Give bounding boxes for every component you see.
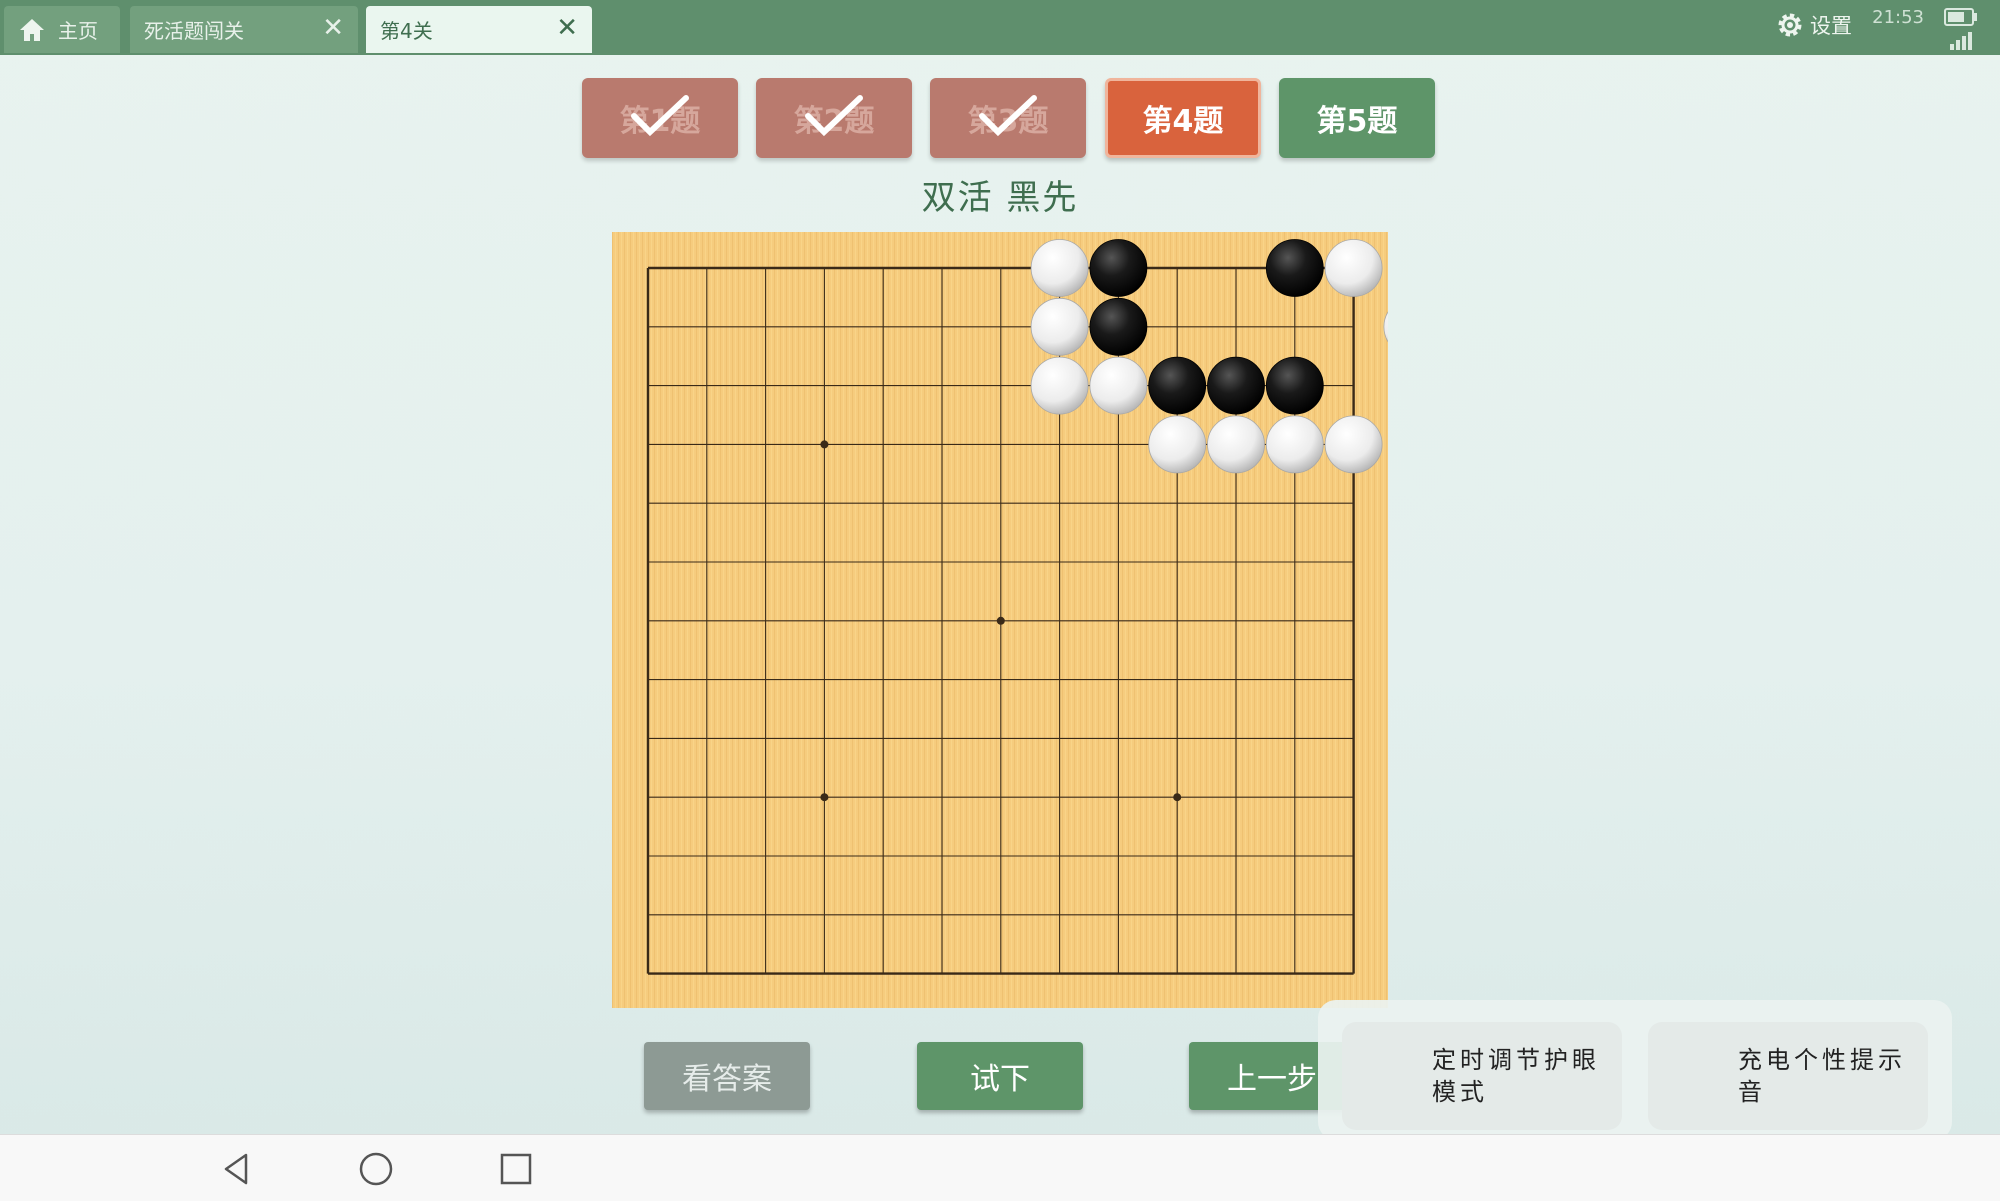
problem-4-button[interactable]: 第4题 [1105,78,1261,158]
battery-icon [1944,8,1977,26]
problem-2-button[interactable]: 第2题 [756,78,912,158]
tab-home[interactable]: 主页 [4,6,120,53]
tab-level-4[interactable]: 第4关 ✕ [366,6,592,53]
system-nav-bar [0,1134,2000,1201]
tab-home-label: 主页 [58,19,98,43]
charging-sound-card[interactable]: 充电个性提示音 [1648,1022,1928,1130]
white-stone [1030,356,1089,415]
settings-button[interactable]: 设置 [1776,10,1852,40]
problem-5-button[interactable]: 第5题 [1279,78,1435,158]
star-point [1173,793,1182,802]
home-nav-icon[interactable] [356,1149,396,1189]
black-stone [1265,356,1324,415]
suggestion-overlay: 定时调节护眼模式 充电个性提示音 [1318,1000,1952,1140]
clock: 21:53 [1872,7,1924,28]
problem-subtitle: 双活 黑先 [921,178,1079,218]
gear-icon [1778,13,1802,37]
white-stone [1324,415,1383,474]
white-stone [1148,415,1207,474]
settings-label: 设置 [1810,14,1852,38]
tab-label: 死活题闯关 [144,19,244,43]
try-move-button[interactable]: 试下 [917,1042,1083,1110]
problem-3-button[interactable]: 第3题 [930,78,1086,158]
white-stone [1265,415,1324,474]
signal-icon [1950,32,1972,50]
star-point [820,793,829,802]
white-stone [1207,415,1265,474]
tab-label: 第4关 [380,19,433,43]
star-point [820,440,829,449]
black-stone [1089,297,1148,356]
view-answer-button[interactable]: 看答案 [644,1042,810,1110]
problem-label: 第4题 [1142,104,1224,139]
white-stone [1030,239,1089,297]
back-icon[interactable] [216,1149,256,1189]
white-stone [1324,239,1383,297]
star-point [996,616,1005,625]
white-stone [1030,297,1089,356]
eye-care-mode-card[interactable]: 定时调节护眼模式 [1342,1022,1622,1130]
black-stone [1148,356,1207,415]
check-icon [979,95,1037,137]
problem-label: 第5题 [1316,104,1398,139]
recents-icon[interactable] [496,1149,536,1189]
top-bar: 主页 死活题闯关 ✕ 第4关 ✕ 设置 21:53 [0,0,2000,55]
home-icon [20,18,44,41]
problem-1-button[interactable]: 第1题 [582,78,738,158]
close-icon[interactable]: ✕ [322,15,344,41]
black-stone [1207,356,1265,415]
check-icon [631,95,689,137]
tab-death-life-levels[interactable]: 死活题闯关 ✕ [130,6,358,53]
close-icon[interactable]: ✕ [556,15,578,41]
check-icon [805,95,863,137]
go-board[interactable] [612,232,1388,1008]
black-stone [1265,239,1324,297]
white-stone [1089,356,1148,415]
black-stone [1089,239,1148,297]
